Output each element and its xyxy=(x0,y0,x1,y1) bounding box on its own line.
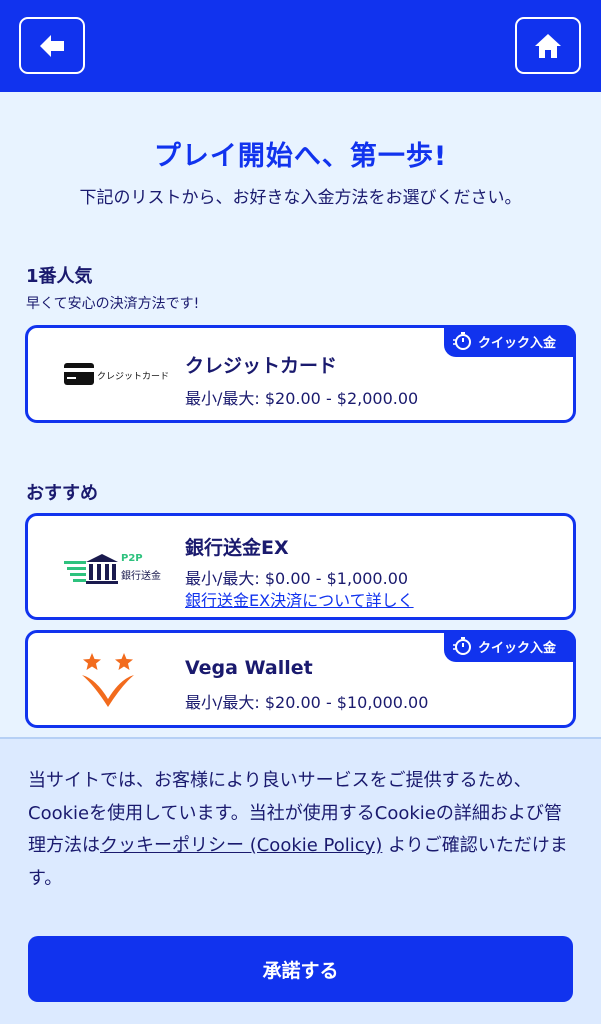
section-title-popular: 1番人気 xyxy=(26,266,93,287)
vega-stars-icon xyxy=(82,653,134,707)
badge-label: クイック入金 xyxy=(478,335,557,351)
logo-text-p2p: P2P xyxy=(121,553,143,564)
bank-icon xyxy=(64,554,118,584)
method-range: 最小/最大: $20.00 - $2,000.00 xyxy=(185,389,419,408)
payment-method-bank-transfer-ex[interactable]: P2P 銀行送金 銀行送金EX 最小/最大: $0.00 - $1,000.00… xyxy=(25,513,576,620)
section-title-recommended: おすすめ xyxy=(26,483,98,504)
credit-card-logo-text: クレジットカード xyxy=(97,372,170,382)
quick-deposit-badge: クイック入金 xyxy=(444,630,576,662)
quick-deposit-badge: クイック入金 xyxy=(444,325,576,357)
section-subtitle-popular: 早くて安心の決済方法です! xyxy=(26,296,200,312)
payment-method-credit-card[interactable]: クレジットカード クレジットカード 最小/最大: $20.00 - $2,000… xyxy=(25,325,576,423)
page-subtitle: 下記のリストから、お好きな入金方法をお選びください。 xyxy=(79,188,522,208)
stopwatch-icon xyxy=(453,332,471,350)
accept-cookies-button[interactable]: 承諾する xyxy=(28,936,573,1002)
home-button[interactable] xyxy=(515,17,581,74)
top-bar xyxy=(0,0,601,92)
page-title: プレイ開始へ、第一歩! xyxy=(153,141,448,172)
cookie-message: 当サイトでは、お客様により良いサービスをご提供するため、Cookieを使用してい… xyxy=(28,765,568,895)
method-range: 最小/最大: $0.00 - $1,000.00 xyxy=(185,569,409,588)
cookie-policy-link[interactable]: クッキーポリシー (Cookie Policy) xyxy=(100,835,382,856)
credit-card-logo: クレジットカード xyxy=(64,355,169,395)
method-range: 最小/最大: $20.00 - $10,000.00 xyxy=(185,693,429,712)
home-icon xyxy=(535,33,561,58)
back-arrow-icon xyxy=(40,34,64,57)
method-name: 銀行送金EX xyxy=(185,537,289,559)
badge-label: クイック入金 xyxy=(478,640,557,656)
p2p-bank-transfer-logo: P2P 銀行送金 xyxy=(64,552,174,592)
back-button[interactable] xyxy=(19,17,85,74)
bank-transfer-details-link[interactable]: 銀行送金EX決済について詳しく xyxy=(185,587,414,611)
method-name: Vega Wallet xyxy=(185,657,313,679)
vega-wallet-logo xyxy=(78,651,138,711)
credit-card-icon xyxy=(64,363,94,385)
stopwatch-icon xyxy=(453,637,471,655)
cookie-banner: 当サイトでは、お客様により良いサービスをご提供するため、Cookieを使用してい… xyxy=(0,737,601,1024)
payment-method-vega-wallet[interactable]: Vega Wallet 最小/最大: $20.00 - $10,000.00 ク… xyxy=(25,630,576,728)
method-name: クレジットカード xyxy=(185,355,338,377)
logo-text-bank: 銀行送金 xyxy=(121,571,161,582)
